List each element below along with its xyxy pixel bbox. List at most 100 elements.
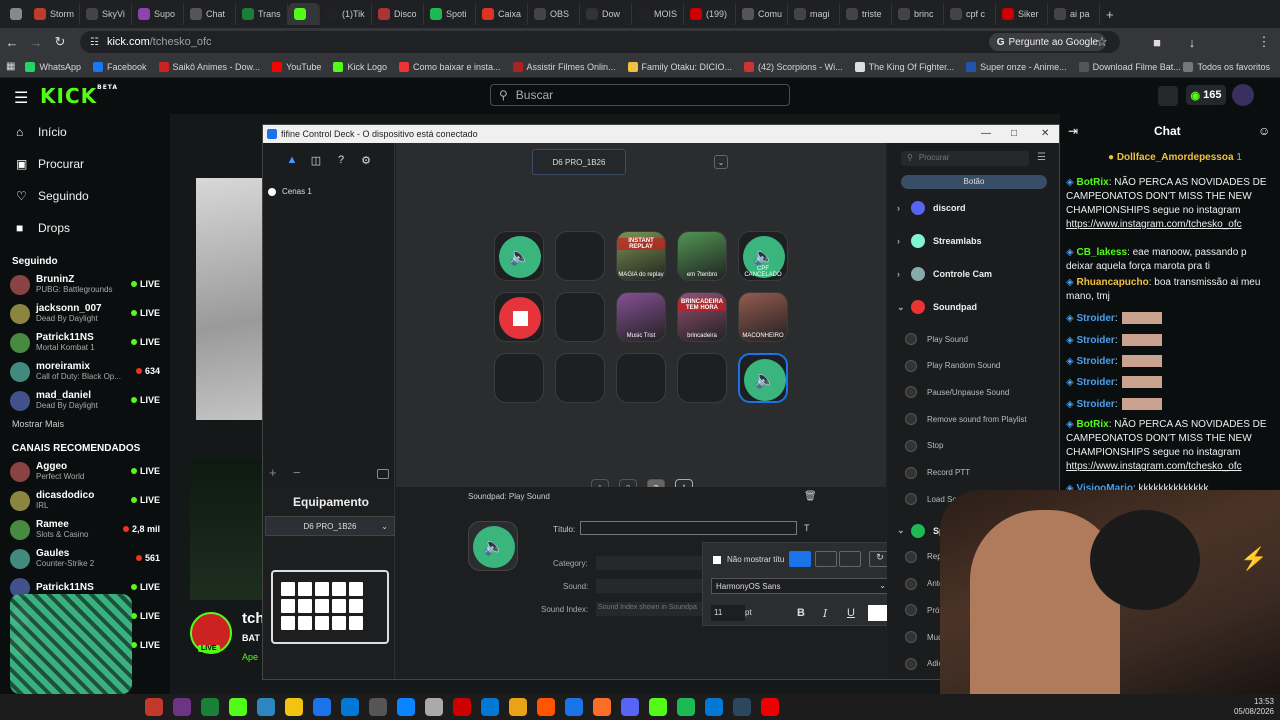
plugin-action[interactable]: Pause/Unpause Sound: [905, 384, 1009, 400]
chat-link[interactable]: https://www.instagram.com/tchesko_ofc: [1066, 219, 1242, 230]
channel-item[interactable]: Ramee Slots & Casino 2,8 mil: [0, 515, 170, 544]
hide-title-checkbox[interactable]: [713, 556, 721, 564]
forward-button[interactable]: →: [24, 30, 48, 54]
channel-item[interactable]: dicasdodico IRL LIVE: [0, 486, 170, 515]
plugin-action[interactable]: Remove sound from Playlist: [905, 411, 1027, 427]
browser-tab[interactable]: brinc: [892, 3, 944, 25]
taskbar-app-icon[interactable]: [593, 698, 611, 716]
streamer-category[interactable]: BAT: [242, 633, 260, 643]
browser-tab[interactable]: MOIS: [632, 3, 684, 25]
text-format-icon[interactable]: T: [804, 523, 810, 533]
deck-key[interactable]: [555, 292, 605, 342]
bookmark-item[interactable]: Facebook: [92, 61, 147, 72]
chat-username[interactable]: BotRix: [1076, 419, 1108, 430]
taskbar-app-icon[interactable]: [733, 698, 751, 716]
align-middle-button[interactable]: [815, 551, 837, 567]
taskbar-app-icon[interactable]: [565, 698, 583, 716]
plugin-group[interactable]: › discord: [897, 199, 966, 217]
profiles-icon[interactable]: ◫: [309, 153, 323, 167]
deck-key[interactable]: INSTANT REPLAY MAGIA do replay: [616, 231, 666, 281]
browser-tab[interactable]: magi: [788, 3, 840, 25]
plugin-action[interactable]: Stop: [905, 438, 943, 454]
actions-search-input[interactable]: ⚲ Procurar: [901, 151, 1029, 166]
ask-google-button[interactable]: G Pergunte ao Google: [988, 33, 1106, 51]
sound-index-input[interactable]: Sound Index shown in Soundpa: [596, 602, 706, 616]
taskbar-app-icon[interactable]: [481, 698, 499, 716]
settings-icon[interactable]: ⚙: [359, 153, 373, 167]
deck-key[interactable]: [677, 353, 727, 403]
font-size-input[interactable]: 11: [711, 605, 745, 621]
site-info-icon[interactable]: ☷: [90, 37, 99, 48]
chat-username[interactable]: Stroider: [1076, 356, 1114, 367]
device-preview[interactable]: [271, 570, 389, 644]
bookmark-item[interactable]: Family Otaku: DICIO...: [627, 61, 732, 72]
deck-key[interactable]: 🔈: [738, 353, 788, 403]
align-bottom-button[interactable]: [789, 551, 811, 567]
dropdown-chevron-icon[interactable]: ⌄: [714, 155, 728, 169]
channel-item[interactable]: Gaules Counter-Strike 2 561: [0, 544, 170, 573]
chat-users-icon[interactable]: ☺: [1258, 124, 1270, 138]
back-button[interactable]: ←: [0, 30, 24, 54]
url-input[interactable]: ☷ kick.com/tchesko_ofc G Pergunte ao Goog…: [80, 31, 1120, 53]
deck-key[interactable]: [616, 353, 666, 403]
channel-item[interactable]: mad_daniel Dead By Daylight LIVE: [0, 386, 170, 415]
bookmark-item[interactable]: Download Filme Bat...: [1078, 61, 1181, 72]
taskbar-app-icon[interactable]: [649, 698, 667, 716]
deck-key[interactable]: [555, 231, 605, 281]
close-button[interactable]: ✕: [1041, 128, 1049, 139]
taskbar-app-icon[interactable]: [313, 698, 331, 716]
taskbar-app-icon[interactable]: [285, 698, 303, 716]
channel-item[interactable]: moreiramix Call of Duty: Black Op... 634: [0, 357, 170, 386]
bookmark-item[interactable]: WhatsApp: [25, 61, 81, 72]
chat-username[interactable]: Stroider: [1076, 377, 1114, 388]
taskbar-app-icon[interactable]: [621, 698, 639, 716]
browser-tab[interactable]: SkyVi: [80, 3, 132, 25]
taskbar-app-icon[interactable]: [397, 698, 415, 716]
underline-button[interactable]: U: [847, 607, 855, 619]
bookmark-star-icon[interactable]: ☆: [1090, 30, 1114, 54]
taskbar-app-icon[interactable]: [677, 698, 695, 716]
add-scene-button[interactable]: +: [269, 465, 277, 480]
taskbar-app-icon[interactable]: [257, 698, 275, 716]
browser-tab[interactable]: Spoti: [424, 3, 476, 25]
taskbar-app-icon[interactable]: [453, 698, 471, 716]
sound-select[interactable]: [596, 579, 706, 593]
deck-key[interactable]: Music Trist: [616, 292, 666, 342]
apps-grid-icon[interactable]: ▦: [6, 61, 15, 72]
search-input[interactable]: ⚲ Buscar: [490, 84, 790, 106]
bookmark-item[interactable]: Kick Logo: [333, 61, 387, 72]
help-icon[interactable]: ?: [334, 153, 348, 167]
chat-username[interactable]: Stroider: [1076, 313, 1114, 324]
browser-tab[interactable]: Dow: [580, 3, 632, 25]
browser-tab[interactable]: (199): [684, 3, 736, 25]
browser-tab[interactable]: (1)Tik: [320, 3, 372, 25]
taskbar-app-icon[interactable]: [425, 698, 443, 716]
plugin-group[interactable]: › Controle Cam: [897, 265, 992, 283]
browser-tab[interactable]: OBS: [528, 3, 580, 25]
minimize-button[interactable]: —: [981, 128, 991, 139]
system-clock[interactable]: 13:53 05/08/2026: [1234, 697, 1274, 717]
browser-tab[interactable]: Storm: [28, 3, 80, 25]
browser-menu-kebab-icon[interactable]: ⋮: [1252, 30, 1276, 54]
chat-username[interactable]: BotRix: [1076, 177, 1108, 188]
bold-button[interactable]: B: [797, 607, 805, 619]
browser-tab[interactable]: Supo: [132, 3, 184, 25]
channel-item[interactable]: BruninZ PUBG: Battlegrounds LIVE: [0, 270, 170, 299]
bookmark-item[interactable]: Saikô Animes - Dow...: [158, 61, 260, 72]
plugin-action[interactable]: Play Sound: [905, 331, 968, 347]
chat-username[interactable]: Rhuancapucho: [1076, 277, 1148, 288]
taskbar-app-icon[interactable]: [173, 698, 191, 716]
user-avatar[interactable]: [1232, 84, 1254, 106]
browser-tab[interactable]: Comu: [736, 3, 788, 25]
hamburger-menu-icon[interactable]: ☰: [14, 88, 28, 108]
browser-tab[interactable]: [288, 3, 320, 25]
remove-scene-button[interactable]: −: [293, 465, 301, 480]
bookmark-item[interactable]: (42) Scorpions - Wi...: [744, 61, 843, 72]
action-key-preview[interactable]: 🔈: [468, 521, 518, 571]
taskbar-app-icon[interactable]: [537, 698, 555, 716]
channel-item[interactable]: Aggeo Perfect World LIVE: [0, 457, 170, 486]
pinned-gifter[interactable]: ● Dollface_Amordepessoa 1: [1108, 152, 1242, 163]
browser-tab[interactable]: Chat: [184, 3, 236, 25]
fifine-logo-icon[interactable]: ▲: [285, 153, 299, 167]
chat-username[interactable]: Stroider: [1076, 399, 1114, 410]
